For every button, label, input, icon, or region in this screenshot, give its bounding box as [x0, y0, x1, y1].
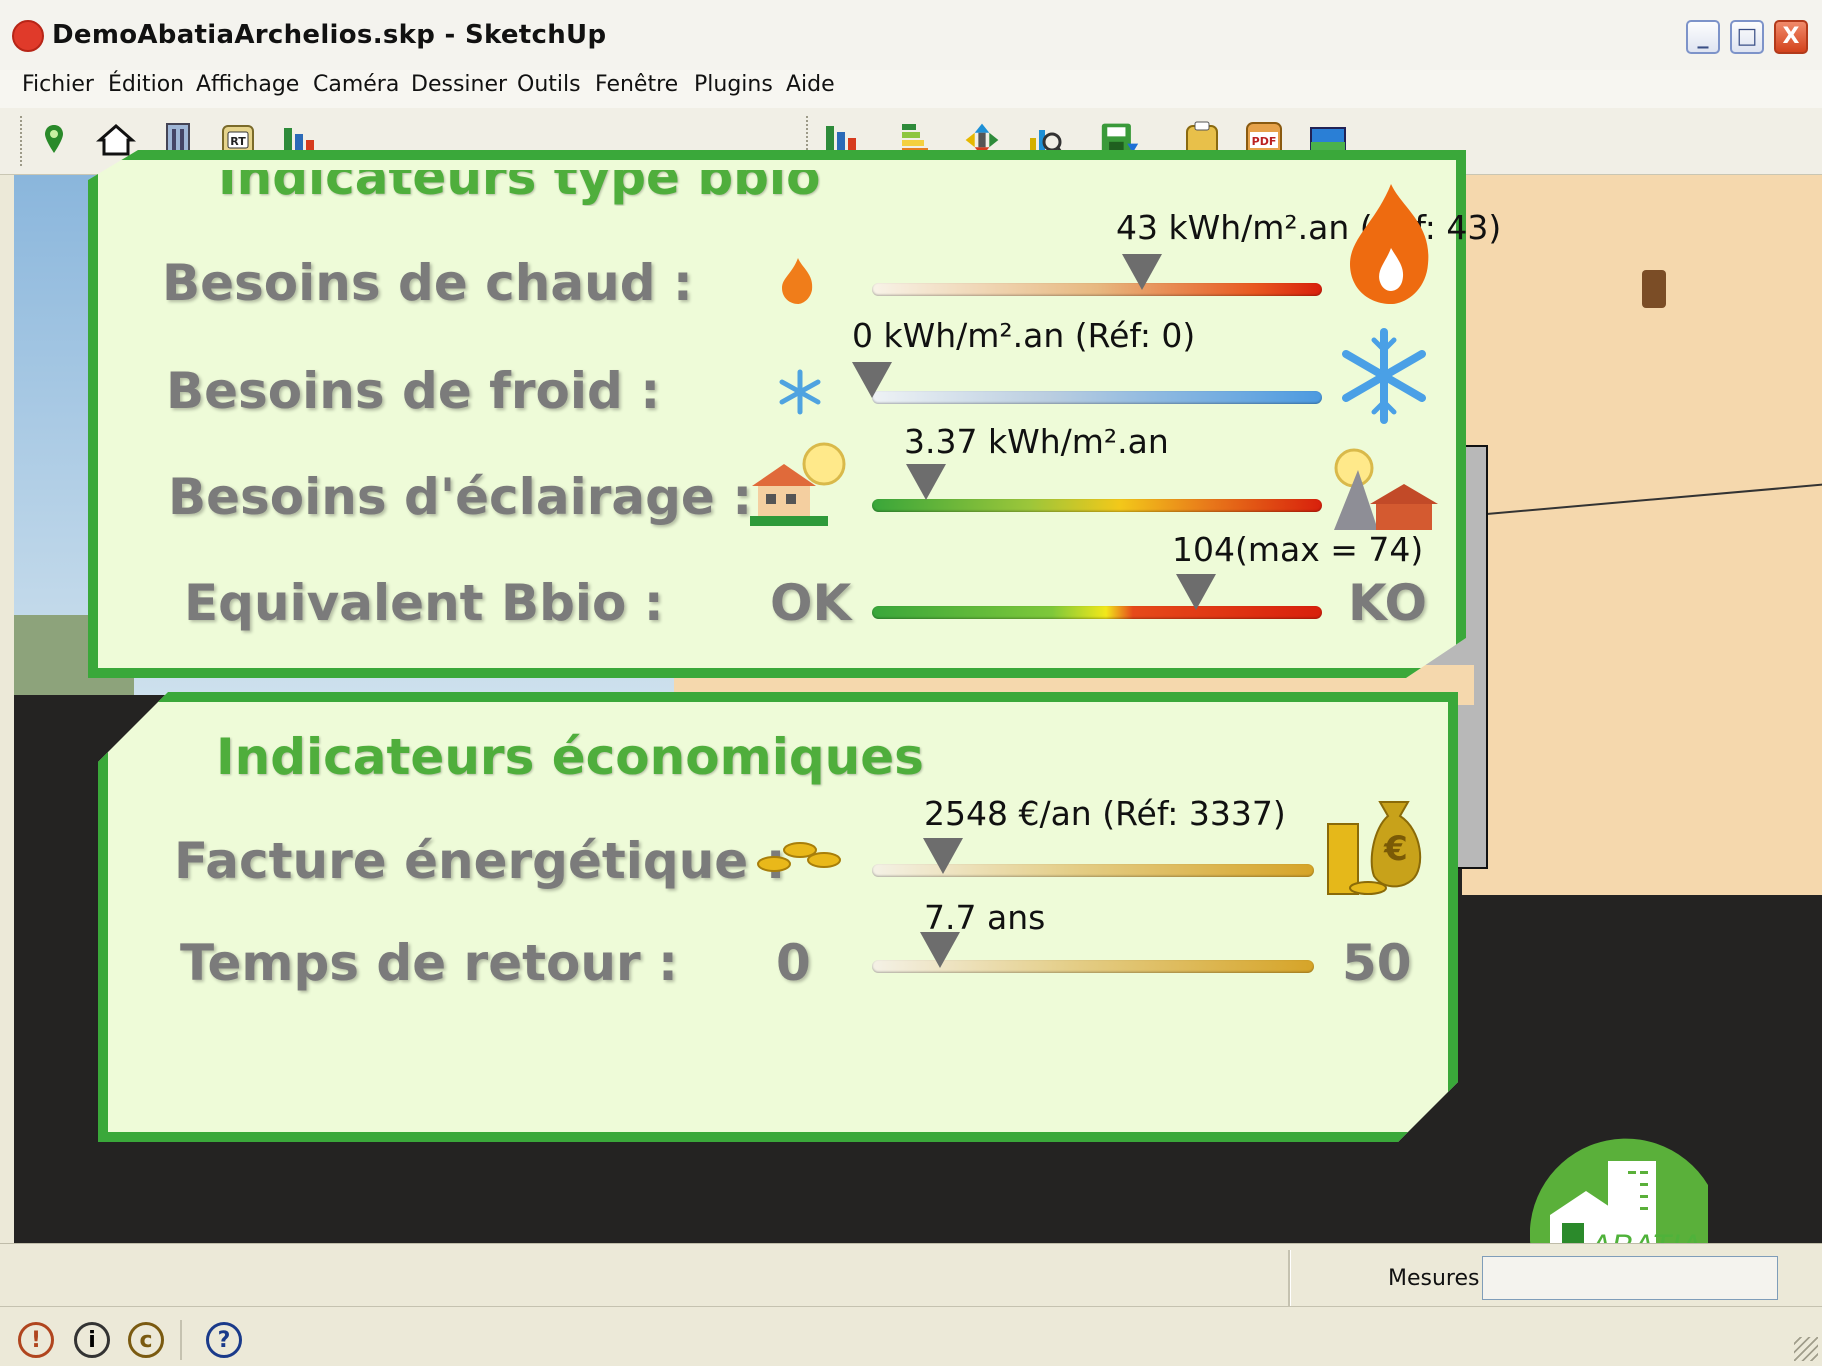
close-button[interactable]: X [1774, 20, 1808, 54]
measurements-input[interactable] [1482, 1256, 1778, 1300]
status-divider [0, 1306, 1822, 1307]
svg-text:RT: RT [230, 135, 246, 148]
bbio-equivalent-label: Equivalent Bbio : [184, 574, 664, 632]
payback-min-text: 0 [776, 934, 811, 992]
snowflake-large-icon [1334, 326, 1434, 426]
flame-small-icon [776, 254, 820, 306]
economic-panel-title: Indicateurs économiques [216, 728, 924, 786]
bbio-marker [1176, 574, 1216, 610]
toolbar-grip[interactable] [20, 116, 26, 166]
minimize-button[interactable]: _ [1686, 20, 1720, 54]
window-title: DemoAbatiaArchelios.skp - SketchUp [52, 20, 607, 50]
maximize-button[interactable]: □ [1730, 20, 1764, 54]
money-bag-icon: € [1322, 784, 1432, 904]
close-icon: X [1782, 24, 1800, 49]
model-object [1642, 270, 1666, 308]
location-pin-icon[interactable] [34, 118, 74, 162]
title-bar: DemoAbatiaArchelios.skp - SketchUp _ □ X [0, 0, 1822, 71]
lighting-needs-gauge [872, 499, 1322, 512]
flame-large-icon [1336, 178, 1446, 308]
lighting-needs-label: Besoins d'éclairage : [168, 468, 753, 526]
sketchup-app-icon [12, 20, 44, 52]
menu-aide[interactable]: Aide [786, 72, 835, 97]
status-separator [1288, 1250, 1291, 1306]
energy-bill-marker [922, 838, 963, 874]
minimize-icon: _ [1697, 24, 1709, 49]
maximize-icon: □ [1736, 24, 1758, 49]
sunny-house-icon [746, 434, 856, 534]
menu-fenetre[interactable]: Fenêtre [595, 72, 678, 97]
payback-time-value: 7.7 ans [924, 898, 1046, 937]
payback-max-text: 50 [1342, 934, 1412, 992]
snowflake-small-icon [776, 368, 824, 416]
menu-dessiner[interactable]: Dessiner [411, 72, 507, 97]
bbio-gauge [872, 606, 1322, 619]
shaded-house-icon [1324, 440, 1444, 540]
bbio-ok-text: OK [770, 574, 852, 632]
lighting-needs-marker [906, 464, 946, 500]
cooling-needs-marker [852, 362, 892, 398]
heating-needs-gauge [872, 283, 1322, 296]
credits-status-icon[interactable]: c [128, 1322, 164, 1358]
energy-bill-value: 2548 €/an (Réf: 3337) [924, 794, 1286, 833]
payback-time-label: Temps de retour : [180, 934, 679, 992]
payback-time-marker [920, 932, 961, 968]
menu-fichier[interactable]: Fichier [22, 72, 94, 97]
measurements-label: Mesures [1388, 1266, 1480, 1291]
cooling-needs-gauge [872, 391, 1322, 404]
svg-text:PDF: PDF [1252, 135, 1277, 148]
heating-needs-label: Besoins de chaud : [162, 254, 693, 312]
bbio-ko-text: KO [1348, 574, 1428, 632]
svg-text:€: € [1383, 829, 1408, 869]
lighting-needs-value: 3.37 kWh/m².an [904, 422, 1169, 461]
cooling-needs-label: Besoins de froid : [166, 362, 661, 420]
menu-outils[interactable]: Outils [517, 72, 581, 97]
menu-edition[interactable]: Édition [108, 72, 184, 97]
coins-small-icon [754, 836, 846, 880]
resize-grip[interactable] [1794, 1337, 1818, 1361]
cooling-needs-value: 0 kWh/m².an (Réf: 0) [852, 316, 1196, 355]
status-separator [180, 1320, 182, 1360]
help-icon[interactable]: ? [206, 1322, 242, 1358]
info-status-icon[interactable]: i [74, 1322, 110, 1358]
energy-bill-label: Facture énergétique : [174, 832, 786, 890]
bbio-value: 104(max = 74) [1172, 530, 1424, 569]
menu-plugins[interactable]: Plugins [694, 72, 773, 97]
menu-affichage[interactable]: Affichage [196, 72, 299, 97]
heating-needs-marker [1122, 254, 1162, 290]
geolocation-status-icon[interactable]: ! [18, 1322, 54, 1358]
menu-camera[interactable]: Caméra [313, 72, 399, 97]
